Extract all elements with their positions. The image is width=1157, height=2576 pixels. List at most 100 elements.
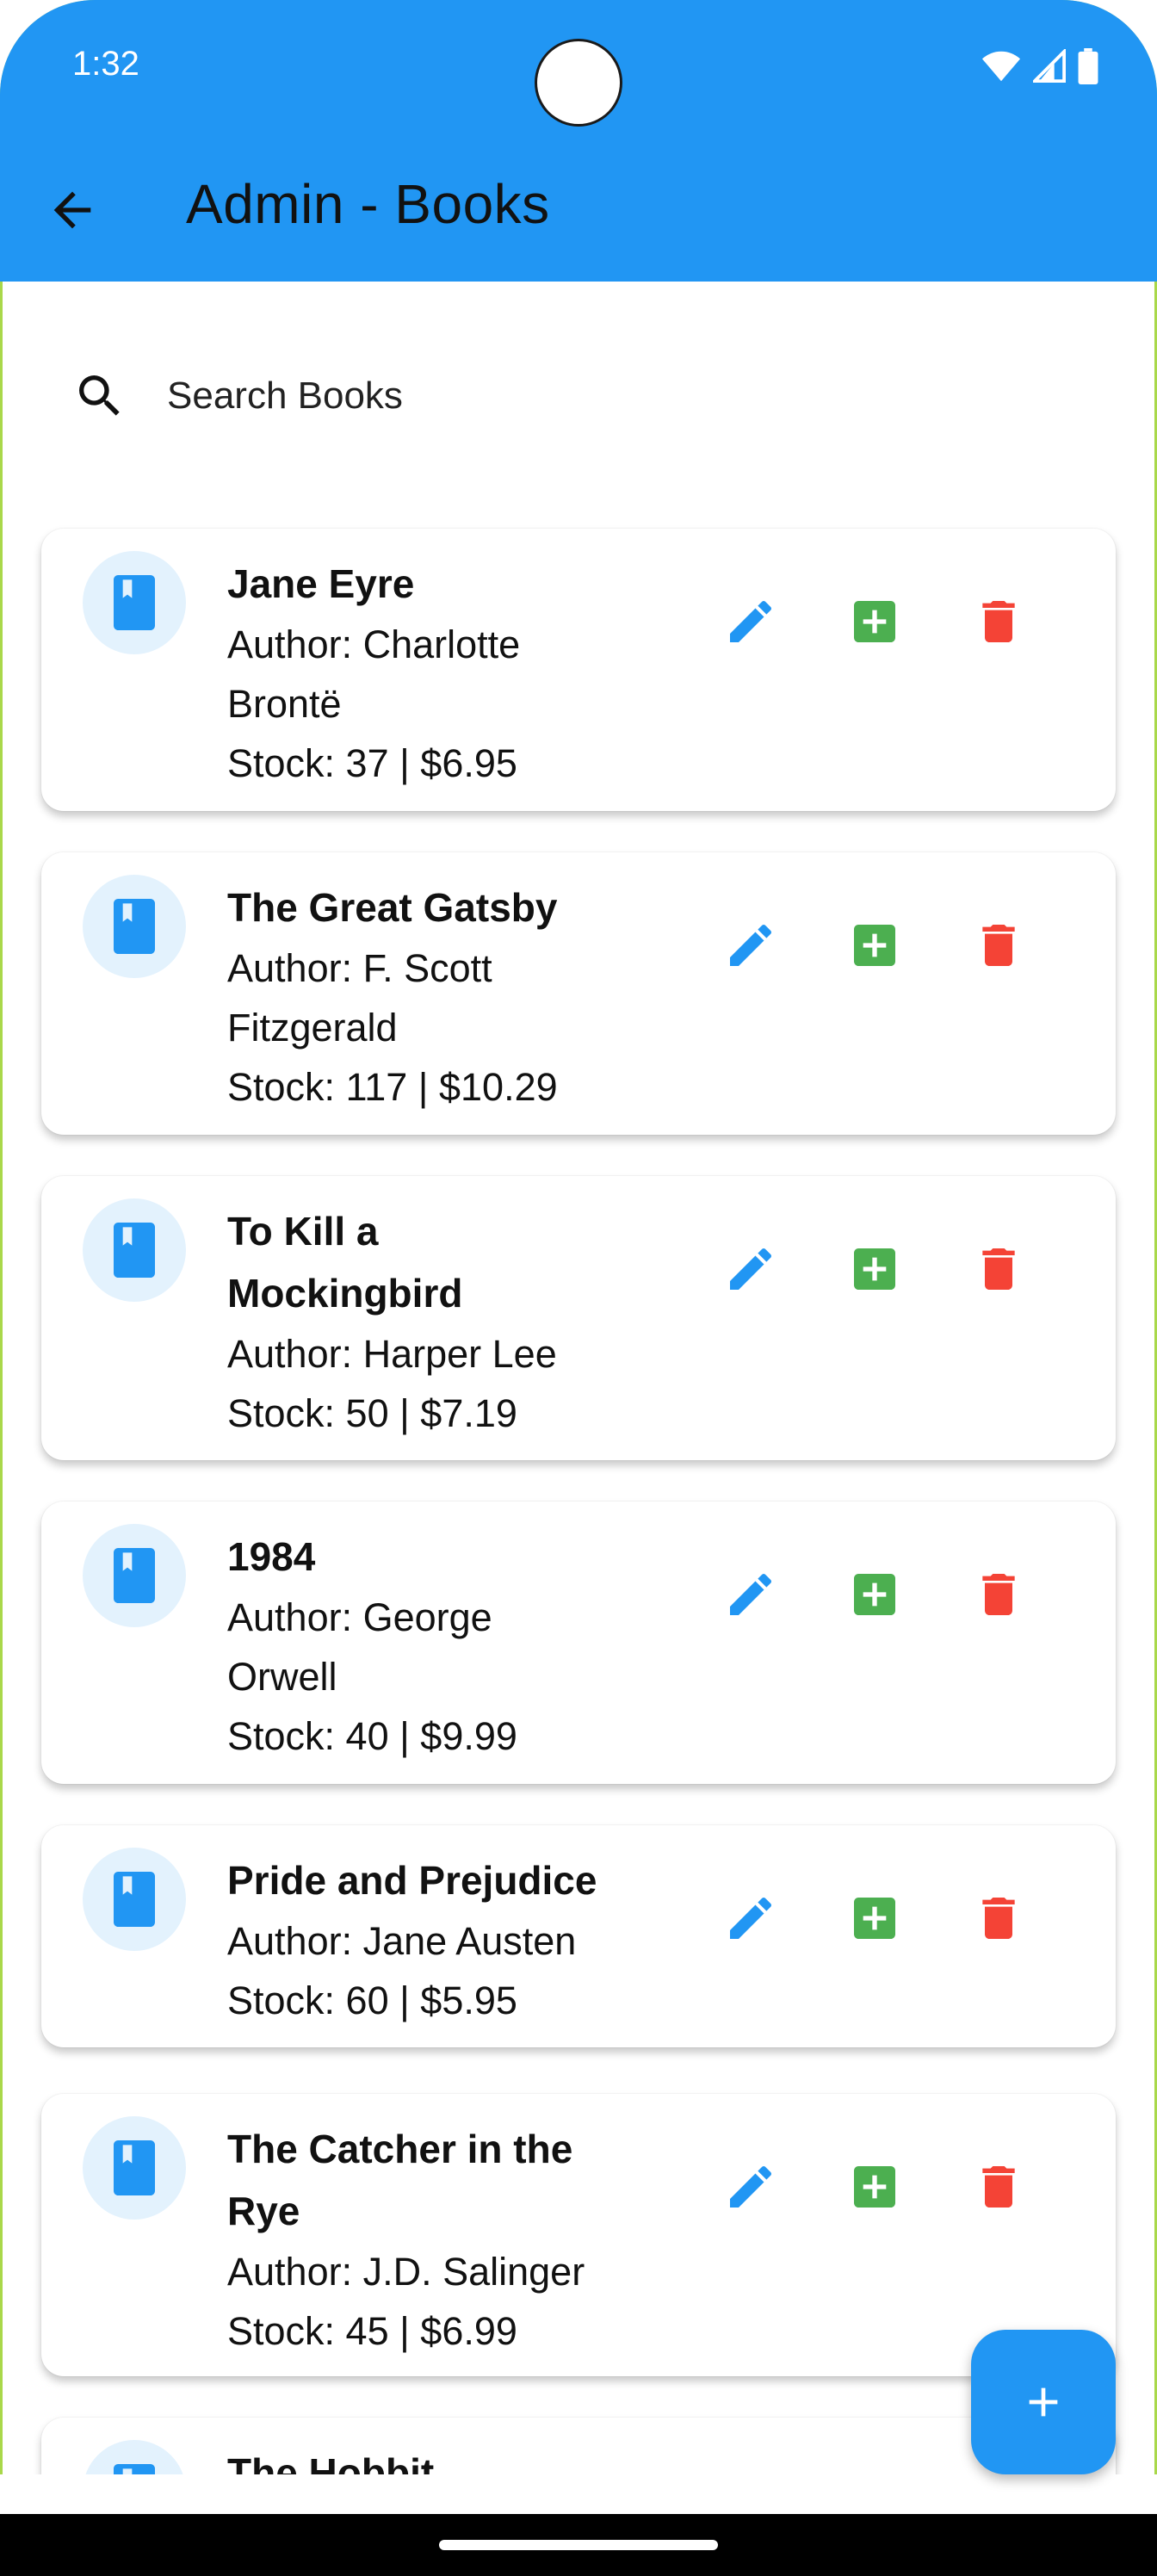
add-box-icon [854,2166,895,2208]
book-title: 1984 [227,1534,316,1579]
delete-button[interactable] [957,904,1040,987]
add-stock-button[interactable] [833,2146,916,2228]
trash-icon [982,925,1015,966]
wifi-icon [981,51,1021,82]
edit-button[interactable] [709,904,792,987]
book-stock: Stock: 60 | $5.95 [227,1978,517,2022]
book-stock: Stock: 40 | $9.99 [227,1714,517,1758]
list-clip [0,2474,1157,2514]
status-time: 1:32 [72,45,139,83]
book-actions [709,904,1081,987]
book-title-cont: Mockingbird [227,1271,463,1316]
edit-button[interactable] [709,1228,792,1310]
book-card[interactable]: The Catcher in the Rye Author: J.D. Sali… [41,2094,1116,2376]
phone-frame: 1:32 Admin - Books Search Books Jane Eyr… [0,0,1157,2576]
book-info: The Great Gatsby Author: F. Scott Fitzge… [227,876,675,1117]
book-card[interactable]: The Great Gatsby Author: F. Scott Fitzge… [41,852,1116,1135]
book-avatar [83,1848,186,1951]
pencil-icon [730,1897,772,1939]
book-info: To Kill a Mockingbird Author: Harper Lee… [227,1200,675,1443]
book-card[interactable]: 1984 Author: George Orwell Stock: 40 | $… [41,1502,1116,1784]
book-actions [709,580,1081,663]
book-actions [709,1553,1081,1636]
book-title: Pride and Prejudice [227,1858,597,1903]
book-info: The Catcher in the Rye Author: J.D. Sali… [227,2118,675,2361]
book-stock: Stock: 37 | $6.95 [227,741,517,785]
book-info: 1984 Author: George Orwell Stock: 40 | $… [227,1526,675,1766]
add-box-icon [854,925,895,966]
book-title: The Great Gatsby [227,885,558,930]
pencil-icon [730,1248,772,1290]
book-avatar [83,2116,186,2220]
book-avatar [83,875,186,978]
book-actions [709,1877,1081,1960]
book-author-cont: Orwell [227,1655,337,1699]
delete-button[interactable] [957,2146,1040,2228]
trash-icon [982,1574,1015,1615]
add-box-icon [854,1898,895,1939]
pencil-icon [730,924,772,966]
book-icon [114,899,155,954]
search-input[interactable] [165,374,685,418]
book-icon [114,1548,155,1603]
delete-button[interactable] [957,1877,1040,1960]
add-box-icon [854,1574,895,1615]
book-info: Pride and Prejudice Author: Jane Austen … [227,1849,675,2030]
book-card[interactable]: Pride and Prejudice Author: Jane Austen … [41,1825,1116,2047]
status-icons [981,48,1098,84]
plus-icon [1029,2387,1058,2417]
add-book-fab[interactable] [971,2330,1116,2474]
book-avatar [83,551,186,654]
arrow-back-icon[interactable] [45,183,100,238]
add-stock-button[interactable] [833,1228,916,1310]
book-author: Author: George [227,1595,492,1639]
delete-button[interactable] [957,1553,1040,1636]
trash-icon [982,1248,1015,1290]
book-author: Author: Jane Austen [227,1919,577,1963]
add-stock-button[interactable] [833,580,916,663]
search-icon [79,375,120,416]
trash-icon [982,601,1015,642]
book-author: Author: J.D. Salinger [227,2250,585,2294]
book-actions [709,1228,1081,1310]
book-title-cont: Rye [227,2189,300,2233]
book-author: Author: F. Scott [227,946,492,990]
book-stock: Stock: 50 | $7.19 [227,1391,517,1435]
book-author: Author: Charlotte [227,622,521,666]
book-avatar [83,1524,186,1627]
trash-icon [982,2166,1015,2208]
add-stock-button[interactable] [833,1553,916,1636]
edit-button[interactable] [709,2146,792,2228]
signal-icon [1033,49,1066,83]
add-box-icon [854,601,895,642]
gesture-handle[interactable] [439,2540,718,2550]
search-bar[interactable] [72,362,685,430]
book-title: To Kill a [227,1209,379,1254]
add-box-icon [854,1248,895,1290]
book-card[interactable]: Jane Eyre Author: Charlotte Brontë Stock… [41,529,1116,811]
edit-button[interactable] [709,1553,792,1636]
book-author-cont: Fitzgerald [227,1006,398,1050]
book-stock: Stock: 117 | $10.29 [227,1065,558,1109]
book-title: The Catcher in the [227,2127,573,2171]
page-title: Admin - Books [186,173,550,235]
book-info: Jane Eyre Author: Charlotte Brontë Stock… [227,553,675,793]
book-author-cont: Brontë [227,682,342,726]
add-stock-button[interactable] [833,1877,916,1960]
book-card[interactable]: To Kill a Mockingbird Author: Harper Lee… [41,1176,1116,1460]
book-stock: Stock: 45 | $6.99 [227,2309,517,2353]
delete-button[interactable] [957,580,1040,663]
pencil-icon [730,2165,772,2208]
delete-button[interactable] [957,1228,1040,1310]
trash-icon [982,1898,1015,1939]
battery-icon [1078,48,1098,84]
book-icon [114,2140,155,2195]
camera-cutout [537,41,620,124]
add-stock-button[interactable] [833,904,916,987]
book-actions [709,2146,1081,2228]
book-icon [114,1872,155,1927]
edit-button[interactable] [709,580,792,663]
book-author: Author: Harper Lee [227,1332,557,1376]
edit-button[interactable] [709,1877,792,1960]
book-icon [114,575,155,630]
